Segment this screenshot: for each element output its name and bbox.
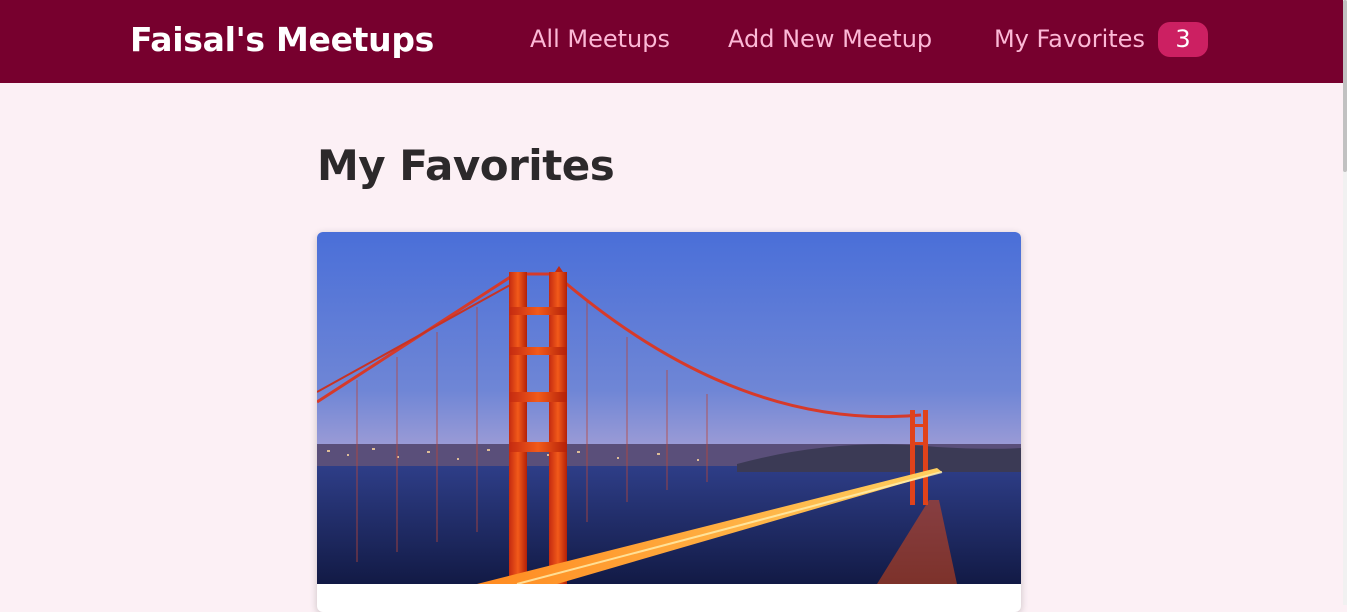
page-scrollbar[interactable] (1343, 0, 1347, 605)
nav-all-meetups-link[interactable]: All Meetups (530, 25, 670, 53)
site-logo: Faisal's Meetups (130, 20, 434, 59)
nav-my-favorites-link[interactable]: My Favorites (994, 25, 1145, 53)
page-title: My Favorites (317, 141, 615, 190)
favorites-count-badge: 3 (1158, 22, 1208, 57)
meetup-card (317, 232, 1021, 612)
nav-add-new-meetup-link[interactable]: Add New Meetup (728, 25, 932, 53)
meetup-image (317, 232, 1021, 584)
scrollbar-thumb[interactable] (1343, 0, 1347, 172)
main-header: Faisal's Meetups All Meetups Add New Mee… (0, 0, 1343, 83)
